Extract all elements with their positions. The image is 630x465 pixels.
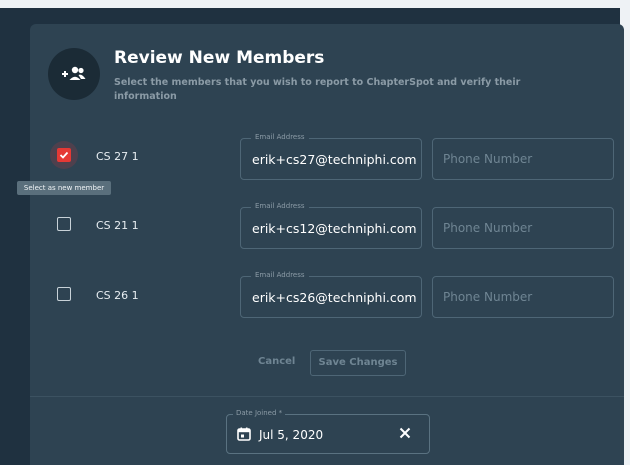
email-field[interactable]: Email Address erik+cs26@techniphi.com bbox=[240, 271, 422, 318]
date-joined-field[interactable]: Date Joined * Jul 5, 2020 bbox=[226, 409, 430, 454]
email-value: erik+cs26@techniphi.com bbox=[252, 290, 417, 305]
save-changes-button[interactable]: Save Changes bbox=[310, 350, 406, 376]
email-field-label: Email Address bbox=[251, 133, 309, 141]
phone-field[interactable]: Phone Number bbox=[432, 138, 614, 180]
phone-placeholder: Phone Number bbox=[443, 152, 533, 166]
phone-field[interactable]: Phone Number bbox=[432, 207, 614, 249]
email-field[interactable]: Email Address erik+cs27@techniphi.com bbox=[240, 133, 422, 180]
dialog-title: Review New Members bbox=[114, 48, 325, 68]
date-joined-value: Jul 5, 2020 bbox=[259, 428, 324, 442]
select-member-tooltip: Select as new member bbox=[17, 181, 111, 195]
top-edge bbox=[0, 0, 630, 8]
member-name: CS 21 1 bbox=[96, 219, 139, 232]
email-value: erik+cs12@techniphi.com bbox=[252, 221, 417, 236]
member-checkbox-1[interactable] bbox=[57, 148, 71, 162]
member-name: CS 27 1 bbox=[96, 150, 139, 163]
dialog-subtitle: Select the members that you wish to repo… bbox=[114, 77, 521, 102]
email-value: erik+cs27@techniphi.com bbox=[252, 152, 417, 167]
email-field-label: Email Address bbox=[251, 271, 309, 279]
calendar-icon[interactable] bbox=[237, 427, 251, 441]
check-icon bbox=[59, 151, 69, 159]
member-checkbox-2[interactable] bbox=[57, 217, 71, 231]
phone-placeholder: Phone Number bbox=[443, 290, 533, 304]
phone-field[interactable]: Phone Number bbox=[432, 276, 614, 318]
cancel-button[interactable]: Cancel bbox=[258, 356, 295, 367]
member-name: CS 26 1 bbox=[96, 289, 139, 302]
add-group-icon bbox=[62, 66, 86, 80]
member-checkbox-3[interactable] bbox=[57, 287, 71, 301]
phone-placeholder: Phone Number bbox=[443, 221, 533, 235]
date-joined-label: Date Joined * bbox=[233, 409, 286, 417]
close-icon[interactable] bbox=[399, 427, 411, 439]
add-group-avatar bbox=[48, 48, 100, 100]
divider bbox=[30, 396, 624, 397]
email-field[interactable]: Email Address erik+cs12@techniphi.com bbox=[240, 202, 422, 249]
email-field-label: Email Address bbox=[251, 202, 309, 210]
